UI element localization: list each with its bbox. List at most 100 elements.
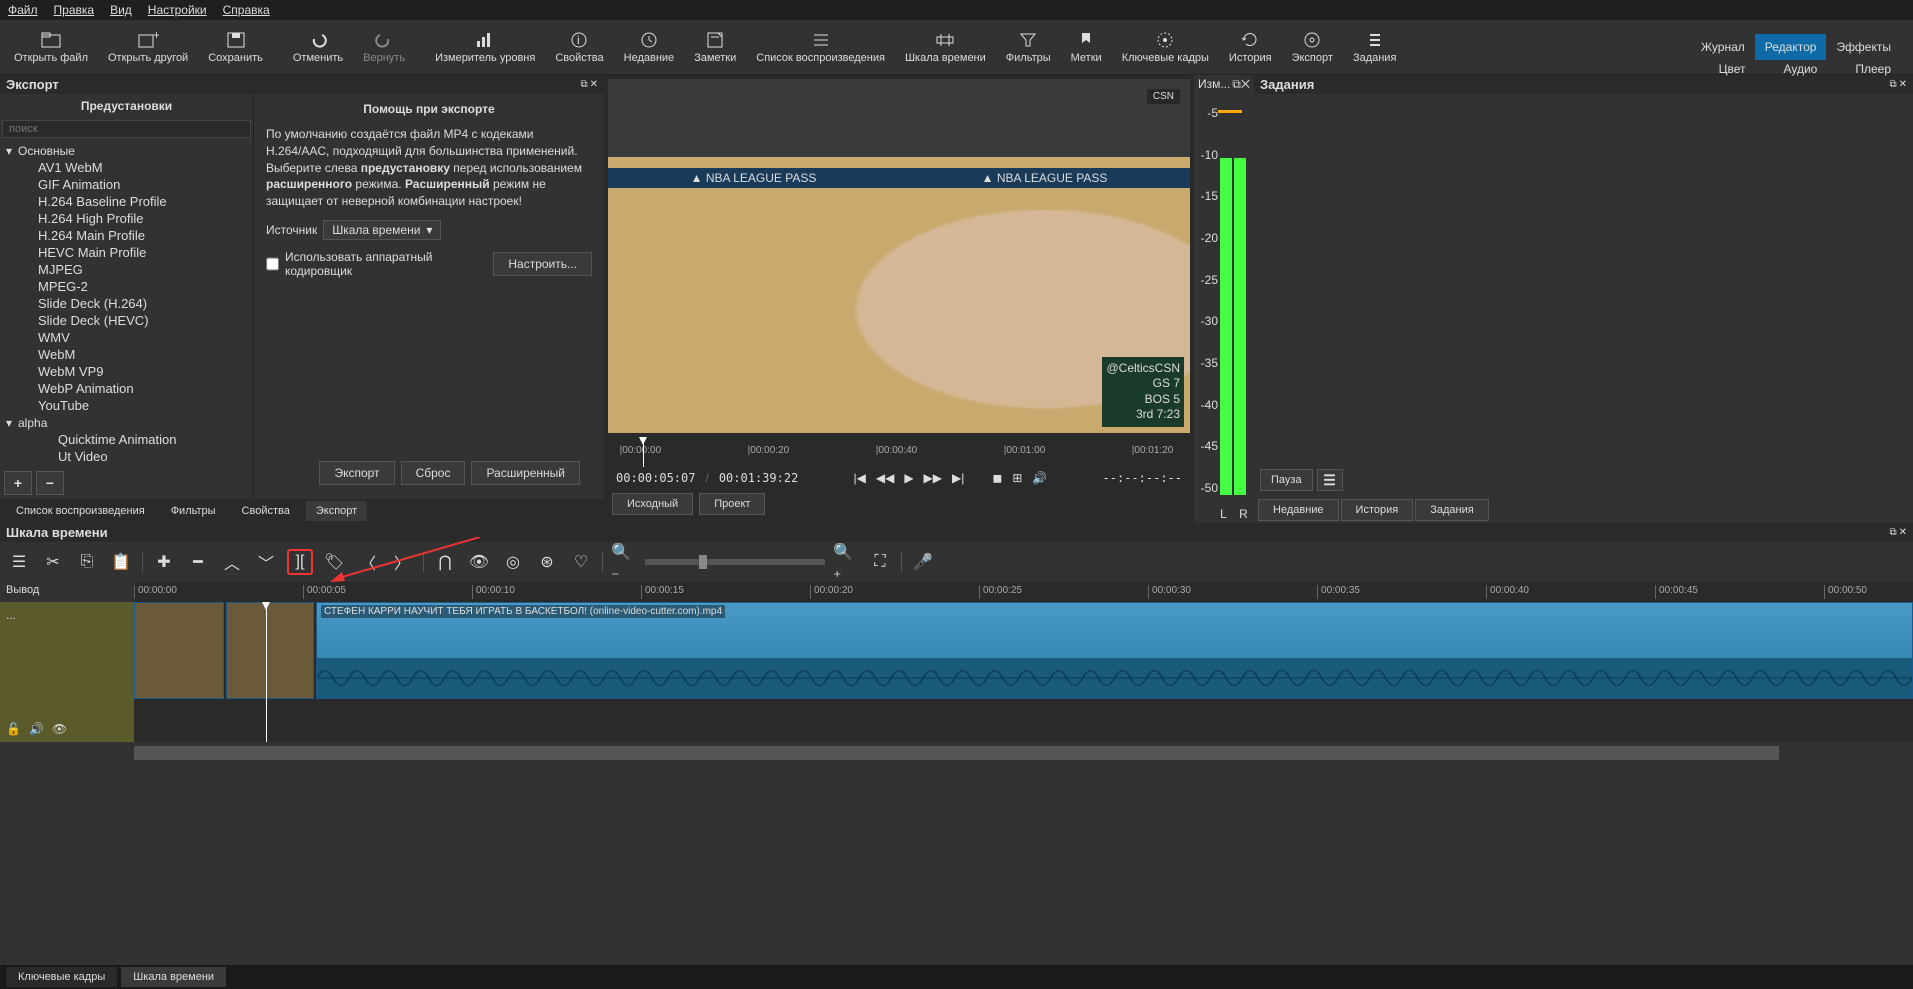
source-tab[interactable]: Исходный <box>612 493 693 515</box>
clip-thumb-2[interactable] <box>226 602 314 699</box>
video-preview[interactable]: ▲ NBA LEAGUE PASS▲ NBA LEAGUE PASS CSN @… <box>608 79 1190 433</box>
preset-item[interactable]: HEVC Main Profile <box>2 244 251 261</box>
btab-export[interactable]: Экспорт <box>306 501 367 521</box>
prev-marker-icon[interactable]: 〈 <box>355 549 381 575</box>
add-icon[interactable]: ✚ <box>151 549 177 575</box>
preset-item[interactable]: WMV <box>2 329 251 346</box>
zoom-fit-icon[interactable]: ⛶ <box>867 549 893 575</box>
zoom-slider[interactable] <box>645 559 825 565</box>
player-scrubber[interactable]: |00:00:00|00:00:20|00:00:40|00:01:00|00:… <box>608 437 1190 467</box>
play-icon[interactable]: ▶ <box>904 471 913 485</box>
remove-icon[interactable]: ━ <box>185 549 211 575</box>
preset-tree[interactable]: ▾Основные AV1 WebMGIF AnimationH.264 Bas… <box>0 140 253 467</box>
preset-add-button[interactable]: + <box>4 471 32 495</box>
recent-button[interactable]: Недавние <box>614 27 685 68</box>
panel-detach-icon[interactable]: ⧉ <box>580 79 587 90</box>
save-button[interactable]: Сохранить <box>198 27 273 68</box>
overwrite-icon[interactable]: ﹀ <box>253 549 279 575</box>
hide-icon[interactable]: 👁 <box>52 722 67 736</box>
zoom-out-icon[interactable]: 🔍₋ <box>611 549 637 575</box>
project-tab[interactable]: Проект <box>699 493 765 515</box>
record-audio-icon[interactable]: 🎤 <box>910 549 936 575</box>
hw-encoder-checkbox[interactable] <box>266 257 279 271</box>
track-body[interactable]: СТЕФЕН КАРРИ НАУЧИТ ТЕБЯ ИГРАТЬ В БАСКЕТ… <box>134 602 1913 742</box>
configure-button[interactable]: Настроить... <box>493 252 592 276</box>
preset-item[interactable]: Slide Deck (HEVC) <box>2 312 251 329</box>
skip-start-icon[interactable]: |◀ <box>853 471 865 485</box>
playlist-button[interactable]: Список воспроизведения <box>746 27 895 68</box>
copy-icon[interactable]: ⎘ <box>74 549 100 575</box>
timeline-button[interactable]: Шкала времени <box>895 27 996 68</box>
lock-icon[interactable]: 🔓 <box>6 722 21 736</box>
preset-item[interactable]: YouTube <box>2 397 251 414</box>
split-icon[interactable]: ][ <box>287 549 313 575</box>
next-marker-icon[interactable]: 〉 <box>389 549 415 575</box>
menu-help[interactable]: Справка <box>223 3 270 17</box>
jobs-history-tab[interactable]: История <box>1341 499 1414 521</box>
preset-item[interactable]: Slide Deck (H.264) <box>2 295 251 312</box>
clip-thumb-1[interactable] <box>134 602 224 699</box>
btab-playlist[interactable]: Список воспроизведения <box>6 501 155 521</box>
preset-item[interactable]: WebM <box>2 346 251 363</box>
snap-icon[interactable]: ⋂ <box>432 549 458 575</box>
preset-item[interactable]: Quicktime Animation <box>2 431 251 448</box>
skip-end-icon[interactable]: ▶| <box>952 471 964 485</box>
open-other-button[interactable]: +Открыть другой <box>98 27 198 68</box>
properties-button[interactable]: iСвойства <box>545 27 613 68</box>
preset-item[interactable]: GIF Animation <box>2 176 251 193</box>
jobs-recent-tab[interactable]: Недавние <box>1258 499 1339 521</box>
menu-file[interactable]: Файл <box>8 3 38 17</box>
btab-filters[interactable]: Фильтры <box>161 501 226 521</box>
rewind-icon[interactable]: ◀◀ <box>876 471 894 485</box>
playhead-marker[interactable] <box>643 437 644 467</box>
btab-keyframes[interactable]: Ключевые кадры <box>6 967 117 987</box>
preset-item[interactable]: WebM VP9 <box>2 363 251 380</box>
preset-item[interactable]: AV1 WebM <box>2 159 251 176</box>
advanced-button[interactable]: Расширенный <box>471 461 580 485</box>
menu-settings[interactable]: Настройки <box>148 3 207 17</box>
open-file-button[interactable]: Открыть файл <box>4 27 98 68</box>
menu-edit[interactable]: Правка <box>54 3 95 17</box>
preset-item[interactable]: Ut Video <box>2 448 251 465</box>
preset-item[interactable]: WebP Animation <box>2 380 251 397</box>
marker-add-icon[interactable]: 🏷 <box>321 549 347 575</box>
menu-icon[interactable]: ☰ <box>6 549 32 575</box>
panel-detach-icon[interactable]: ⧉ <box>1889 527 1896 538</box>
jobs-button[interactable]: Задания <box>1343 27 1406 68</box>
level-meter-button[interactable]: Измеритель уровня <box>425 27 545 68</box>
zoom-in-icon[interactable]: 🔍₊ <box>833 549 859 575</box>
ripple-all-icon[interactable]: ⊛ <box>534 549 560 575</box>
history-button[interactable]: История <box>1219 27 1282 68</box>
panel-close-icon[interactable]: ✕ <box>1899 527 1907 538</box>
reset-button[interactable]: Сброс <box>401 461 466 485</box>
preset-group-main[interactable]: ▾Основные <box>2 142 251 159</box>
markers-button[interactable]: Метки <box>1061 27 1112 68</box>
preset-item[interactable]: MJPEG <box>2 261 251 278</box>
preset-remove-button[interactable]: − <box>36 471 64 495</box>
meter-close-icon[interactable]: ⧉✕ <box>1232 77 1250 92</box>
pause-button[interactable]: Пауза <box>1260 469 1313 491</box>
fast-forward-icon[interactable]: ▶▶ <box>924 471 942 485</box>
export-action-button[interactable]: Экспорт <box>319 461 394 485</box>
jobs-jobs-tab[interactable]: Задания <box>1415 499 1488 521</box>
mute-icon[interactable]: 🔊 <box>29 722 44 736</box>
grid-icon[interactable]: ⊞ <box>1012 471 1022 485</box>
paste-icon[interactable]: 📋 <box>108 549 134 575</box>
keyframes-button[interactable]: Ключевые кадры <box>1112 27 1219 68</box>
undo-button[interactable]: Отменить <box>283 27 353 68</box>
preset-group-alpha[interactable]: ▾alpha <box>2 414 251 431</box>
scrub-icon[interactable]: 👁 <box>466 549 492 575</box>
preset-item[interactable]: H.264 Main Profile <box>2 227 251 244</box>
tab-player[interactable]: Плеер <box>1845 56 1901 82</box>
ripple-icon[interactable]: ◎ <box>500 549 526 575</box>
filters-button[interactable]: Фильтры <box>996 27 1061 68</box>
jobs-menu-button[interactable]: ☰ <box>1317 469 1343 491</box>
timeline-scrollbar[interactable] <box>134 746 1779 760</box>
export-button[interactable]: Экспорт <box>1282 27 1343 68</box>
tab-color[interactable]: Цвет <box>1709 56 1756 82</box>
preset-item[interactable]: MPEG-2 <box>2 278 251 295</box>
preset-search-input[interactable] <box>2 120 251 138</box>
cut-icon[interactable]: ✂ <box>40 549 66 575</box>
preset-item[interactable]: H.264 Baseline Profile <box>2 193 251 210</box>
timeline-ruler[interactable]: 00:00:0000:00:0500:00:1000:00:1500:00:20… <box>134 582 1913 602</box>
